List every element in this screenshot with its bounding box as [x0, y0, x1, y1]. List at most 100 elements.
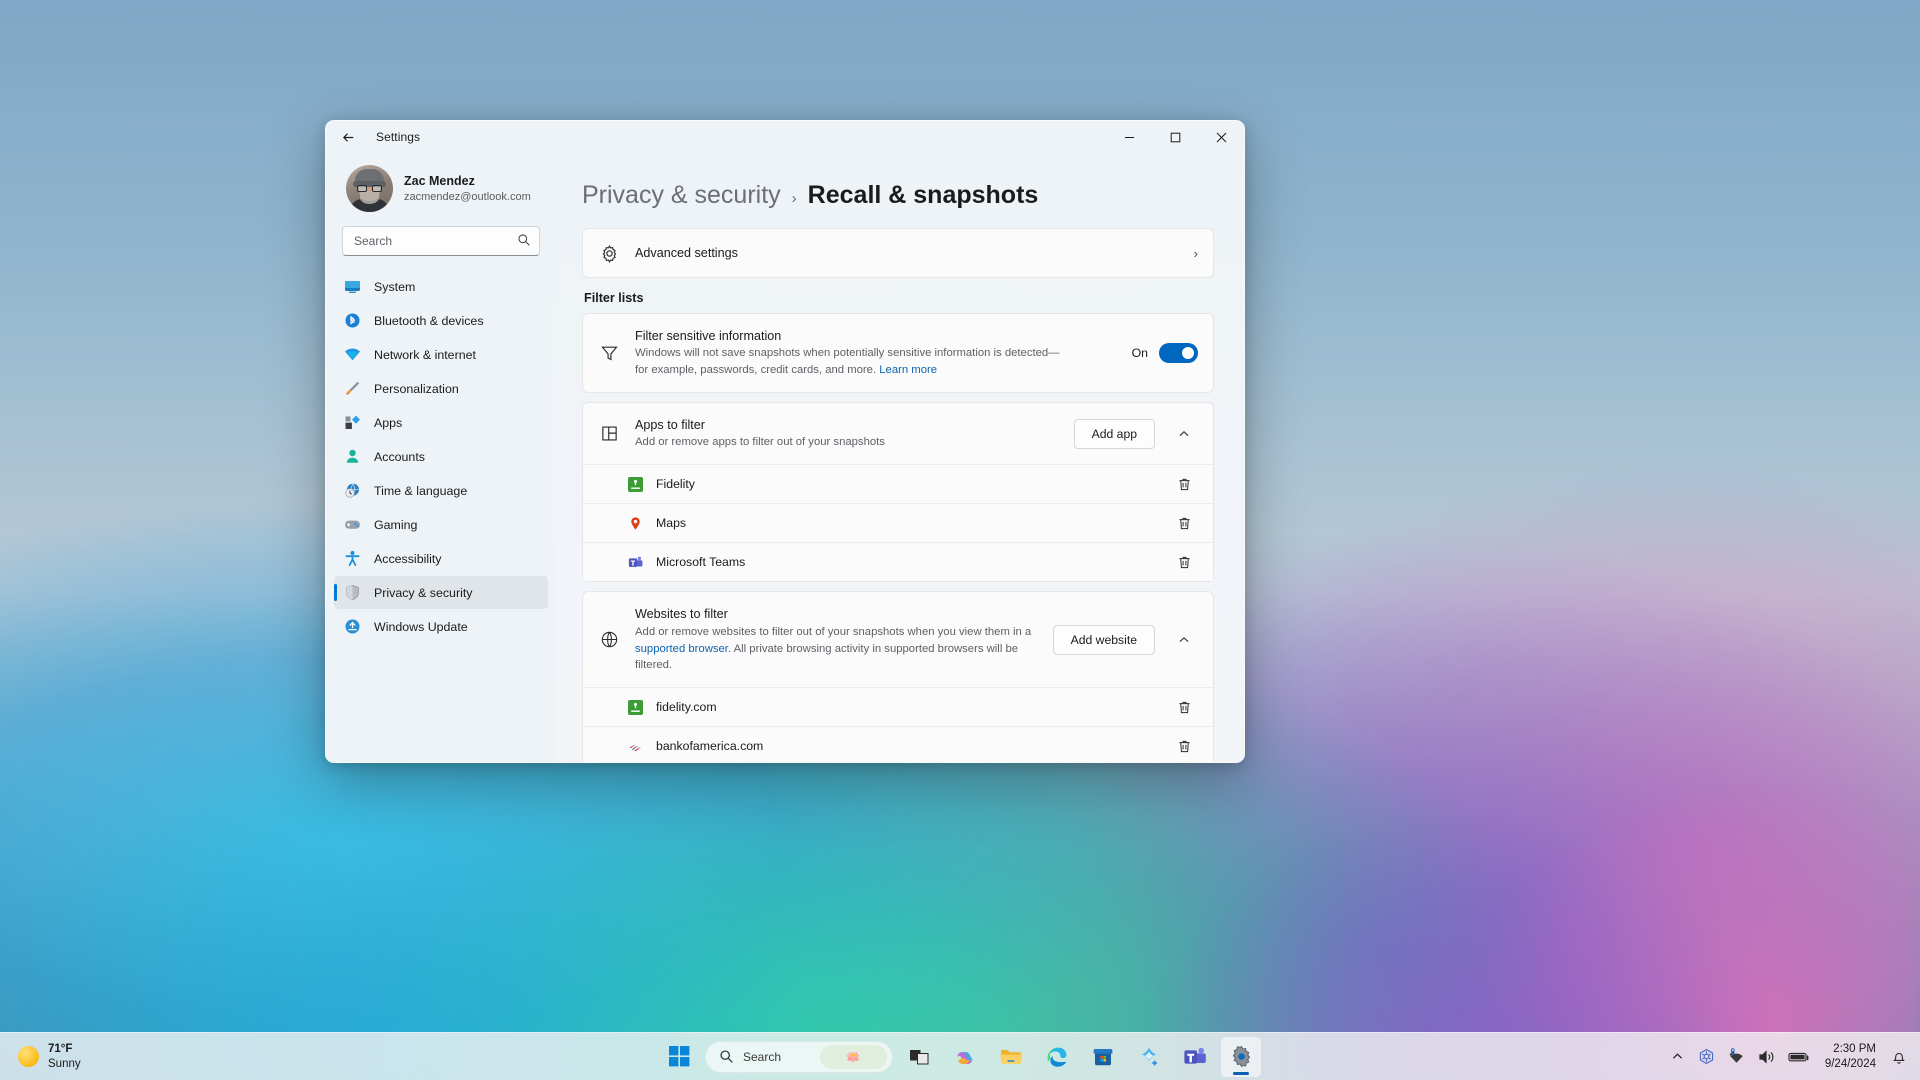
supported-browser-link[interactable]: supported browser — [635, 643, 728, 655]
start-button[interactable] — [659, 1037, 699, 1077]
sidebar-item-label: Gaming — [374, 517, 418, 532]
battery-icon[interactable] — [1783, 1039, 1815, 1075]
file-explorer-icon[interactable] — [991, 1037, 1031, 1077]
trash-icon[interactable] — [1170, 470, 1198, 498]
websites-expander-chevron-up-icon[interactable] — [1170, 626, 1198, 654]
sidebar-item-personalization[interactable]: Personalization — [334, 372, 548, 405]
sidebar: Zac Mendez zacmendez@outlook.com Search … — [326, 153, 556, 762]
task-view-icon[interactable] — [899, 1037, 939, 1077]
copilot-blue-icon[interactable] — [1129, 1037, 1169, 1077]
sidebar-item-bluetooth-devices[interactable]: Bluetooth & devices — [334, 304, 548, 337]
apps-to-filter-header: Apps to filter Add or remove apps to fil… — [583, 403, 1213, 464]
volume-icon[interactable] — [1753, 1039, 1781, 1075]
trash-icon[interactable] — [1170, 509, 1198, 537]
add-website-button[interactable]: Add website — [1052, 624, 1155, 655]
weather-condition: Sunny — [48, 1057, 81, 1070]
account-email: zacmendez@outlook.com — [404, 190, 531, 203]
bluetooth-icon — [344, 312, 361, 329]
wifi-vpn-icon[interactable] — [1722, 1039, 1751, 1075]
sidebar-item-label: Bluetooth & devices — [374, 313, 484, 328]
microsoft-store-icon[interactable] — [1083, 1037, 1123, 1077]
globe-icon — [598, 630, 620, 649]
sidebar-item-windows-update[interactable]: Windows Update — [334, 610, 548, 643]
sidebar-item-accessibility[interactable]: Accessibility — [334, 542, 548, 575]
list-item[interactable]: bankofamerica.com — [583, 726, 1213, 762]
account-name: Zac Mendez — [404, 173, 475, 188]
monitor-icon — [344, 278, 361, 295]
filter-sensitive-toggle[interactable] — [1159, 343, 1198, 364]
apps-grid-icon — [344, 414, 361, 431]
add-app-button[interactable]: Add app — [1073, 418, 1155, 449]
learn-more-link[interactable]: Learn more — [879, 364, 937, 376]
sidebar-item-label: Accounts — [374, 449, 425, 464]
sidebar-item-gaming[interactable]: Gaming — [334, 508, 548, 541]
sidebar-item-accounts[interactable]: Accounts — [334, 440, 548, 473]
content-pane: Privacy & security › Recall & snapshots … — [556, 153, 1244, 762]
window-controls — [1106, 121, 1244, 153]
sidebar-item-network-internet[interactable]: Network & internet — [334, 338, 548, 371]
apps-to-filter-card: Apps to filter Add or remove apps to fil… — [582, 402, 1214, 583]
toggle-state-label: On — [1131, 346, 1148, 361]
lotus-icon[interactable]: 🪷 — [819, 1044, 887, 1069]
list-item[interactable]: Microsoft Teams — [583, 542, 1213, 582]
teams-icon — [627, 554, 643, 570]
websites-to-filter-title: Websites to filter — [635, 607, 728, 622]
trash-icon[interactable] — [1170, 548, 1198, 576]
shield-icon — [344, 584, 361, 601]
list-item-label: bankofamerica.com — [656, 739, 764, 754]
account-card[interactable]: Zac Mendez zacmendez@outlook.com — [334, 153, 548, 222]
copilot-icon[interactable] — [945, 1037, 985, 1077]
list-item-label: Maps — [656, 516, 687, 531]
advanced-settings-label: Advanced settings — [635, 245, 738, 260]
advanced-settings-row[interactable]: Advanced settings › — [583, 229, 1213, 277]
breadcrumb-parent[interactable]: Privacy & security — [582, 181, 781, 210]
taskbar-search[interactable]: Search 🪷 — [705, 1040, 893, 1073]
sidebar-item-label: Personalization — [374, 381, 459, 396]
filter-sensitive-toggle-group: On — [1131, 343, 1198, 364]
sidebar-item-time-language[interactable]: Time & language — [334, 474, 548, 507]
window-title: Settings — [376, 130, 421, 144]
trash-icon[interactable] — [1170, 693, 1198, 721]
apps-filter-icon — [598, 424, 620, 443]
back-button[interactable] — [332, 121, 364, 153]
clock[interactable]: 2:30 PM 9/24/2024 — [1817, 1037, 1884, 1077]
sidebar-item-apps[interactable]: Apps — [334, 406, 548, 439]
taskbar: 71°F Sunny Search 🪷 2:30 PM 9/24/2024 — [0, 1032, 1920, 1080]
teams-icon[interactable] — [1175, 1037, 1215, 1077]
trash-icon[interactable] — [1170, 732, 1198, 760]
websites-desc-1: Add or remove websites to filter out of … — [635, 625, 1032, 638]
list-item[interactable]: fidelity.com — [583, 687, 1213, 727]
accessibility-icon — [344, 550, 361, 567]
sidebar-item-label: Network & internet — [374, 347, 476, 362]
tray-app-icon[interactable] — [1693, 1039, 1720, 1075]
sidebar-item-label: Accessibility — [374, 551, 442, 566]
sidebar-item-privacy-security[interactable]: Privacy & security — [334, 576, 548, 609]
filter-lists-label: Filter lists — [584, 291, 644, 305]
search-input[interactable] — [342, 226, 540, 256]
sidebar-item-label: Apps — [374, 415, 403, 430]
filter-sensitive-title: Filter sensitive information — [635, 329, 782, 343]
wifi-icon — [344, 346, 361, 363]
apps-expander-chevron-up-icon[interactable] — [1170, 420, 1198, 448]
advanced-settings-card: Advanced settings › — [582, 228, 1214, 278]
funnel-icon — [598, 344, 620, 363]
taskbar-search-placeholder: Search — [743, 1049, 782, 1064]
sun-icon — [18, 1046, 39, 1067]
list-item-label: fidelity.com — [656, 700, 717, 715]
list-item[interactable]: Maps — [583, 503, 1213, 543]
sidebar-item-system[interactable]: System — [334, 270, 548, 303]
tray-chevron-up-icon[interactable] — [1665, 1039, 1691, 1075]
paintbrush-icon — [344, 380, 361, 397]
sidebar-item-label: System — [374, 279, 416, 294]
filter-sensitive-desc-2: for example, passwords, credit cards, an… — [635, 364, 877, 377]
bell-icon[interactable] — [1886, 1039, 1912, 1075]
close-button[interactable] — [1198, 121, 1244, 153]
weather-widget[interactable]: 71°F Sunny — [4, 1037, 93, 1077]
settings-icon[interactable] — [1221, 1036, 1261, 1077]
avatar — [346, 165, 393, 212]
edge-icon[interactable] — [1037, 1037, 1077, 1077]
minimize-button[interactable] — [1106, 121, 1152, 153]
maximize-button[interactable] — [1152, 121, 1198, 153]
list-item[interactable]: Fidelity — [583, 464, 1213, 504]
weather-temperature: 71°F — [48, 1043, 73, 1056]
